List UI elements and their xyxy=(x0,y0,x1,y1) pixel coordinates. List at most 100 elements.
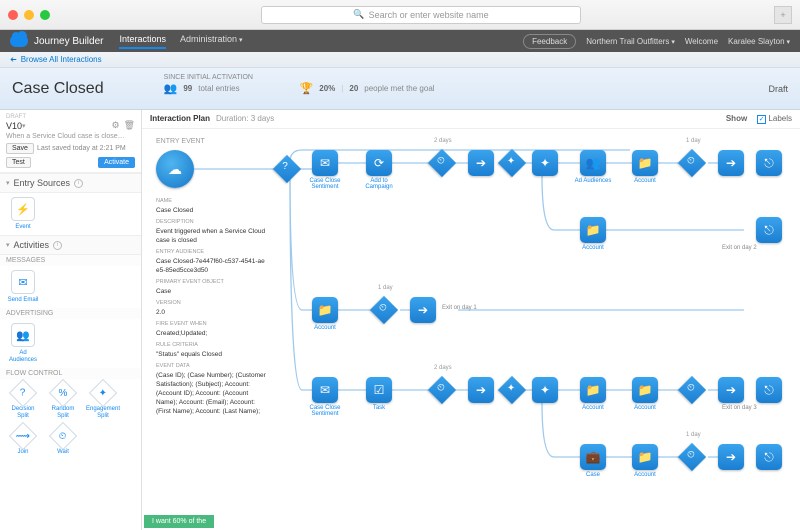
tile-send-email[interactable]: ✉Send Email xyxy=(6,270,40,304)
tile-random-split[interactable]: %Random Split xyxy=(46,383,80,420)
node-arrow-4[interactable]: ➔ xyxy=(468,377,494,403)
browse-interactions-link[interactable]: Browse All Interactions xyxy=(21,55,102,64)
exit-label-2: Exit on day 2 xyxy=(722,245,757,251)
node-arrow-6[interactable]: ➔ xyxy=(718,444,744,470)
node-wait-2[interactable]: ⏲ xyxy=(678,149,706,177)
entry-event-label: ENTRY EVENT xyxy=(156,138,205,145)
entries-text: total entries xyxy=(198,84,239,93)
left-rail: DRAFT V10 ▾ ⚙ 🗑 When a Service Cloud cas… xyxy=(0,110,142,530)
version-panel: DRAFT V10 ▾ ⚙ 🗑 When a Service Cloud cas… xyxy=(0,110,141,173)
tile-event[interactable]: ⚡Event xyxy=(6,197,40,231)
node-account-4[interactable]: 📁 xyxy=(580,377,606,403)
node-arrow[interactable]: ➔ xyxy=(468,150,494,176)
node-account-3[interactable]: 📁 xyxy=(312,297,338,323)
dur-row3b: 1 day xyxy=(686,432,701,438)
label-acct-3: Account xyxy=(303,325,347,331)
exit-label-1: Exit on day 1 xyxy=(442,305,477,311)
nav-interactions[interactable]: Interactions xyxy=(119,34,166,49)
feedback-button[interactable]: Feedback xyxy=(523,34,576,49)
label-camp: Add to Campaign xyxy=(357,178,401,190)
top-nav: Interactions Administration xyxy=(119,34,242,49)
subcat-advertising: ADVERTISING xyxy=(0,308,141,319)
node-task[interactable]: ☑ xyxy=(366,377,392,403)
node-decision-split[interactable]: ? xyxy=(273,155,301,183)
labels-text: Labels xyxy=(768,114,792,123)
show-link[interactable]: Show xyxy=(726,114,747,123)
section-entry-label: Entry Sources xyxy=(14,178,71,188)
status-badge: Draft xyxy=(768,84,788,94)
nav-administration[interactable]: Administration xyxy=(180,34,243,49)
subcat-messages: MESSAGES xyxy=(0,255,141,266)
node-exit-day3[interactable]: ⎋ xyxy=(756,377,782,403)
section-activities-label: Activities xyxy=(14,240,50,250)
node-exit-4[interactable]: ⎋ xyxy=(756,444,782,470)
tile-engagement-split[interactable]: ✦Engagement Split xyxy=(86,383,120,420)
node-case[interactable]: 💼 xyxy=(580,444,606,470)
node-account[interactable]: 📁 xyxy=(632,150,658,176)
url-bar[interactable]: 🔍 Search or enter website name xyxy=(261,6,581,24)
node-wand[interactable]: ✦ xyxy=(532,150,558,176)
labels-checkbox[interactable]: ✓ xyxy=(757,115,766,124)
back-icon[interactable]: ➔ xyxy=(10,55,17,64)
salesforce-logo-icon xyxy=(10,35,28,47)
browser-chrome: 🔍 Search or enter website name + xyxy=(0,0,800,30)
goal-banner[interactable]: I want 60% of the xyxy=(144,515,214,528)
node-arrow-3[interactable]: ➔ xyxy=(410,297,436,323)
business-unit-dropdown[interactable]: Northern Trail Outfitters xyxy=(586,37,675,46)
section-entry-sources[interactable]: ▾ Entry Sources i xyxy=(0,173,141,193)
welcome-label: Welcome xyxy=(685,37,718,46)
node-wait[interactable]: ⏲ xyxy=(428,149,456,177)
node-exit[interactable]: ⎋ xyxy=(756,150,782,176)
section-activities[interactable]: ▾Activitiesi xyxy=(0,235,141,255)
exit-label-3: Exit on day 3 xyxy=(722,405,757,411)
delete-icon[interactable]: 🗑 xyxy=(124,120,135,131)
entry-event-node[interactable]: ☁ xyxy=(156,150,194,188)
goal-percent: 20% xyxy=(319,84,335,93)
node-account-2[interactable]: 📁 xyxy=(580,217,606,243)
test-button[interactable]: Test xyxy=(6,157,31,168)
node-arrow-5[interactable]: ➔ xyxy=(718,377,744,403)
node-case-close-sentiment-2[interactable]: ✉ xyxy=(312,377,338,403)
min-dot[interactable] xyxy=(24,10,34,20)
node-engagement-split[interactable]: ✦ xyxy=(498,149,526,177)
node-arrow-2[interactable]: ➔ xyxy=(718,150,744,176)
url-placeholder: Search or enter website name xyxy=(369,10,489,20)
node-wait-5[interactable]: ⏲ xyxy=(678,376,706,404)
node-exit-day2[interactable]: ⎋ xyxy=(756,217,782,243)
new-tab-button[interactable]: + xyxy=(774,6,792,24)
tile-decision-split[interactable]: ?Decision Split xyxy=(6,383,40,420)
user-menu[interactable]: Karalee Slayton xyxy=(728,37,790,46)
node-engagement-split-2[interactable]: ✦ xyxy=(498,376,526,404)
node-ad-audiences[interactable]: 👥 xyxy=(580,150,606,176)
info-icon[interactable]: i xyxy=(74,179,83,188)
node-wait-6[interactable]: ⏲ xyxy=(678,443,706,471)
node-wand-2[interactable]: ✦ xyxy=(532,377,558,403)
goal-text: people met the goal xyxy=(364,84,434,93)
node-account-5[interactable]: 📁 xyxy=(632,377,658,403)
app-name: Journey Builder xyxy=(34,36,103,47)
max-dot[interactable] xyxy=(40,10,50,20)
node-account-6[interactable]: 📁 xyxy=(632,444,658,470)
node-add-to-campaign[interactable]: ⟳ xyxy=(366,150,392,176)
node-wait-4[interactable]: ⏲ xyxy=(428,376,456,404)
gear-icon[interactable]: ⚙ xyxy=(111,120,119,131)
label-acct-5: Account xyxy=(623,405,667,411)
close-dot[interactable] xyxy=(8,10,18,20)
entries-count: 99 xyxy=(183,84,192,93)
page-title: Case Closed xyxy=(12,80,104,98)
node-wait-3[interactable]: ⏲ xyxy=(370,296,398,324)
tile-join[interactable]: ⟿Join xyxy=(6,426,40,456)
version-name[interactable]: V10 xyxy=(6,121,22,131)
save-button[interactable]: Save xyxy=(6,143,34,154)
people-icon: 👥 xyxy=(164,82,178,95)
label-adaud: Ad Audiences xyxy=(571,178,615,184)
tile-ad-audiences[interactable]: 👥Ad Audiences xyxy=(6,323,40,364)
breadcrumb: ➔ Browse All Interactions xyxy=(0,52,800,68)
canvas[interactable]: Interaction Plan Duration: 3 days Show ✓… xyxy=(142,110,800,530)
activate-button[interactable]: Activate xyxy=(98,157,135,168)
dur-row1a: 2 days xyxy=(434,138,452,144)
tile-wait[interactable]: ⏲Wait xyxy=(46,426,80,456)
node-case-close-sentiment[interactable]: ✉ xyxy=(312,150,338,176)
last-saved: Last saved today at 2:21 PM xyxy=(37,145,126,152)
entry-details: NAMECase Closed DESCRIPTIONEvent trigger… xyxy=(156,194,266,416)
